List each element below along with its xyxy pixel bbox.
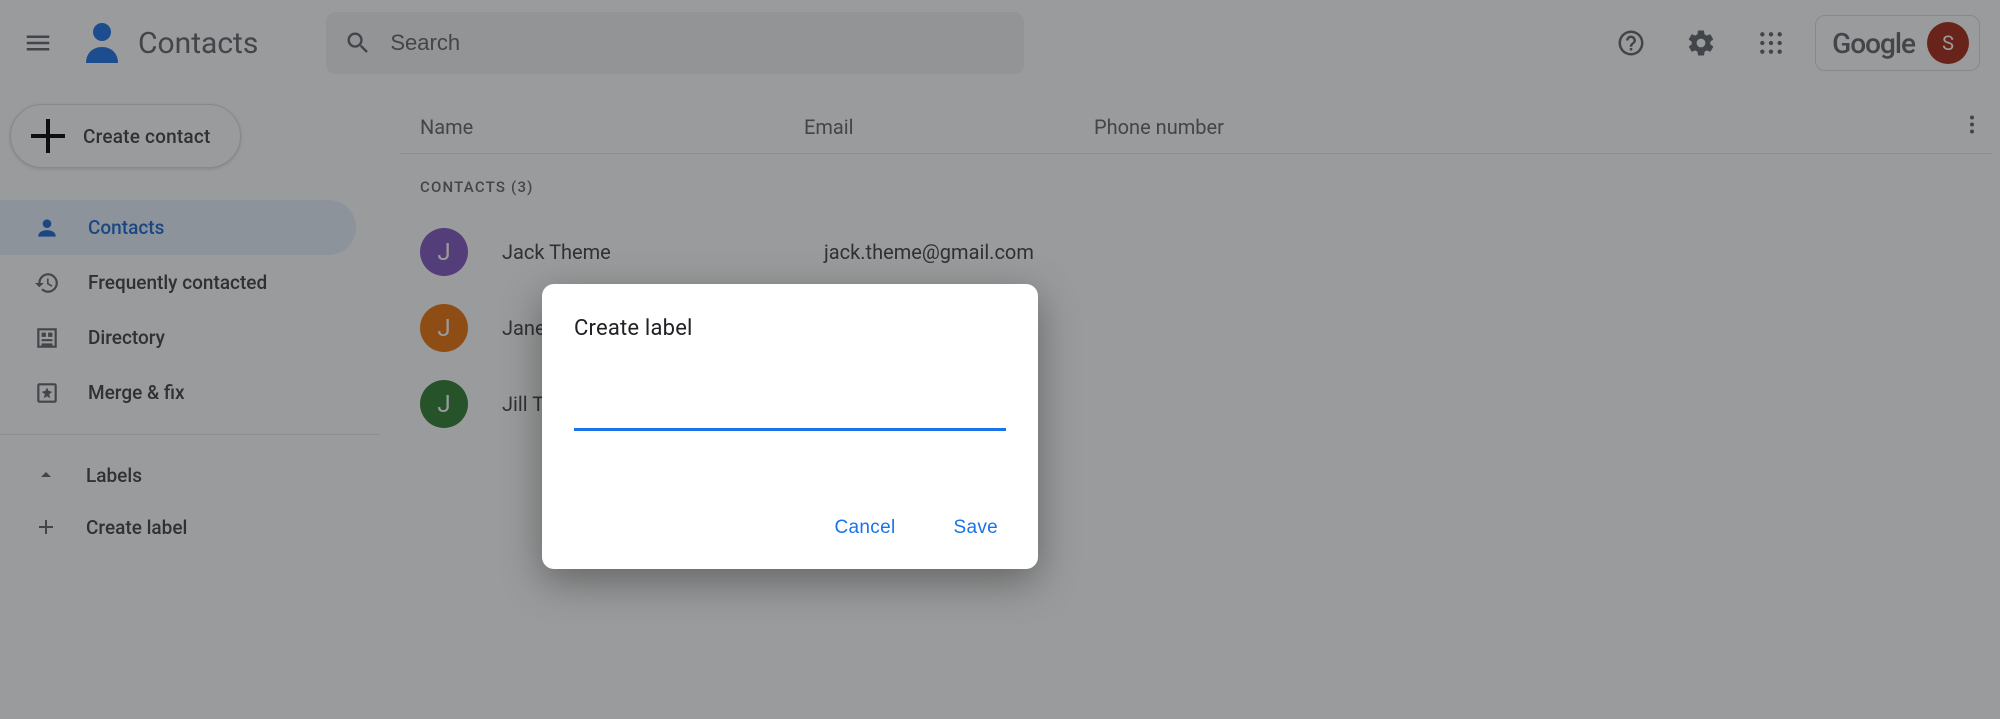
label-name-input[interactable] xyxy=(574,395,1006,431)
save-button[interactable]: Save xyxy=(949,509,1002,547)
create-label-dialog: Create label Cancel Save xyxy=(542,284,1038,569)
modal-overlay[interactable]: Create label Cancel Save xyxy=(0,0,2000,719)
dialog-actions: Cancel Save xyxy=(574,509,1006,547)
cancel-button[interactable]: Cancel xyxy=(831,509,900,547)
dialog-title: Create label xyxy=(574,316,1006,341)
